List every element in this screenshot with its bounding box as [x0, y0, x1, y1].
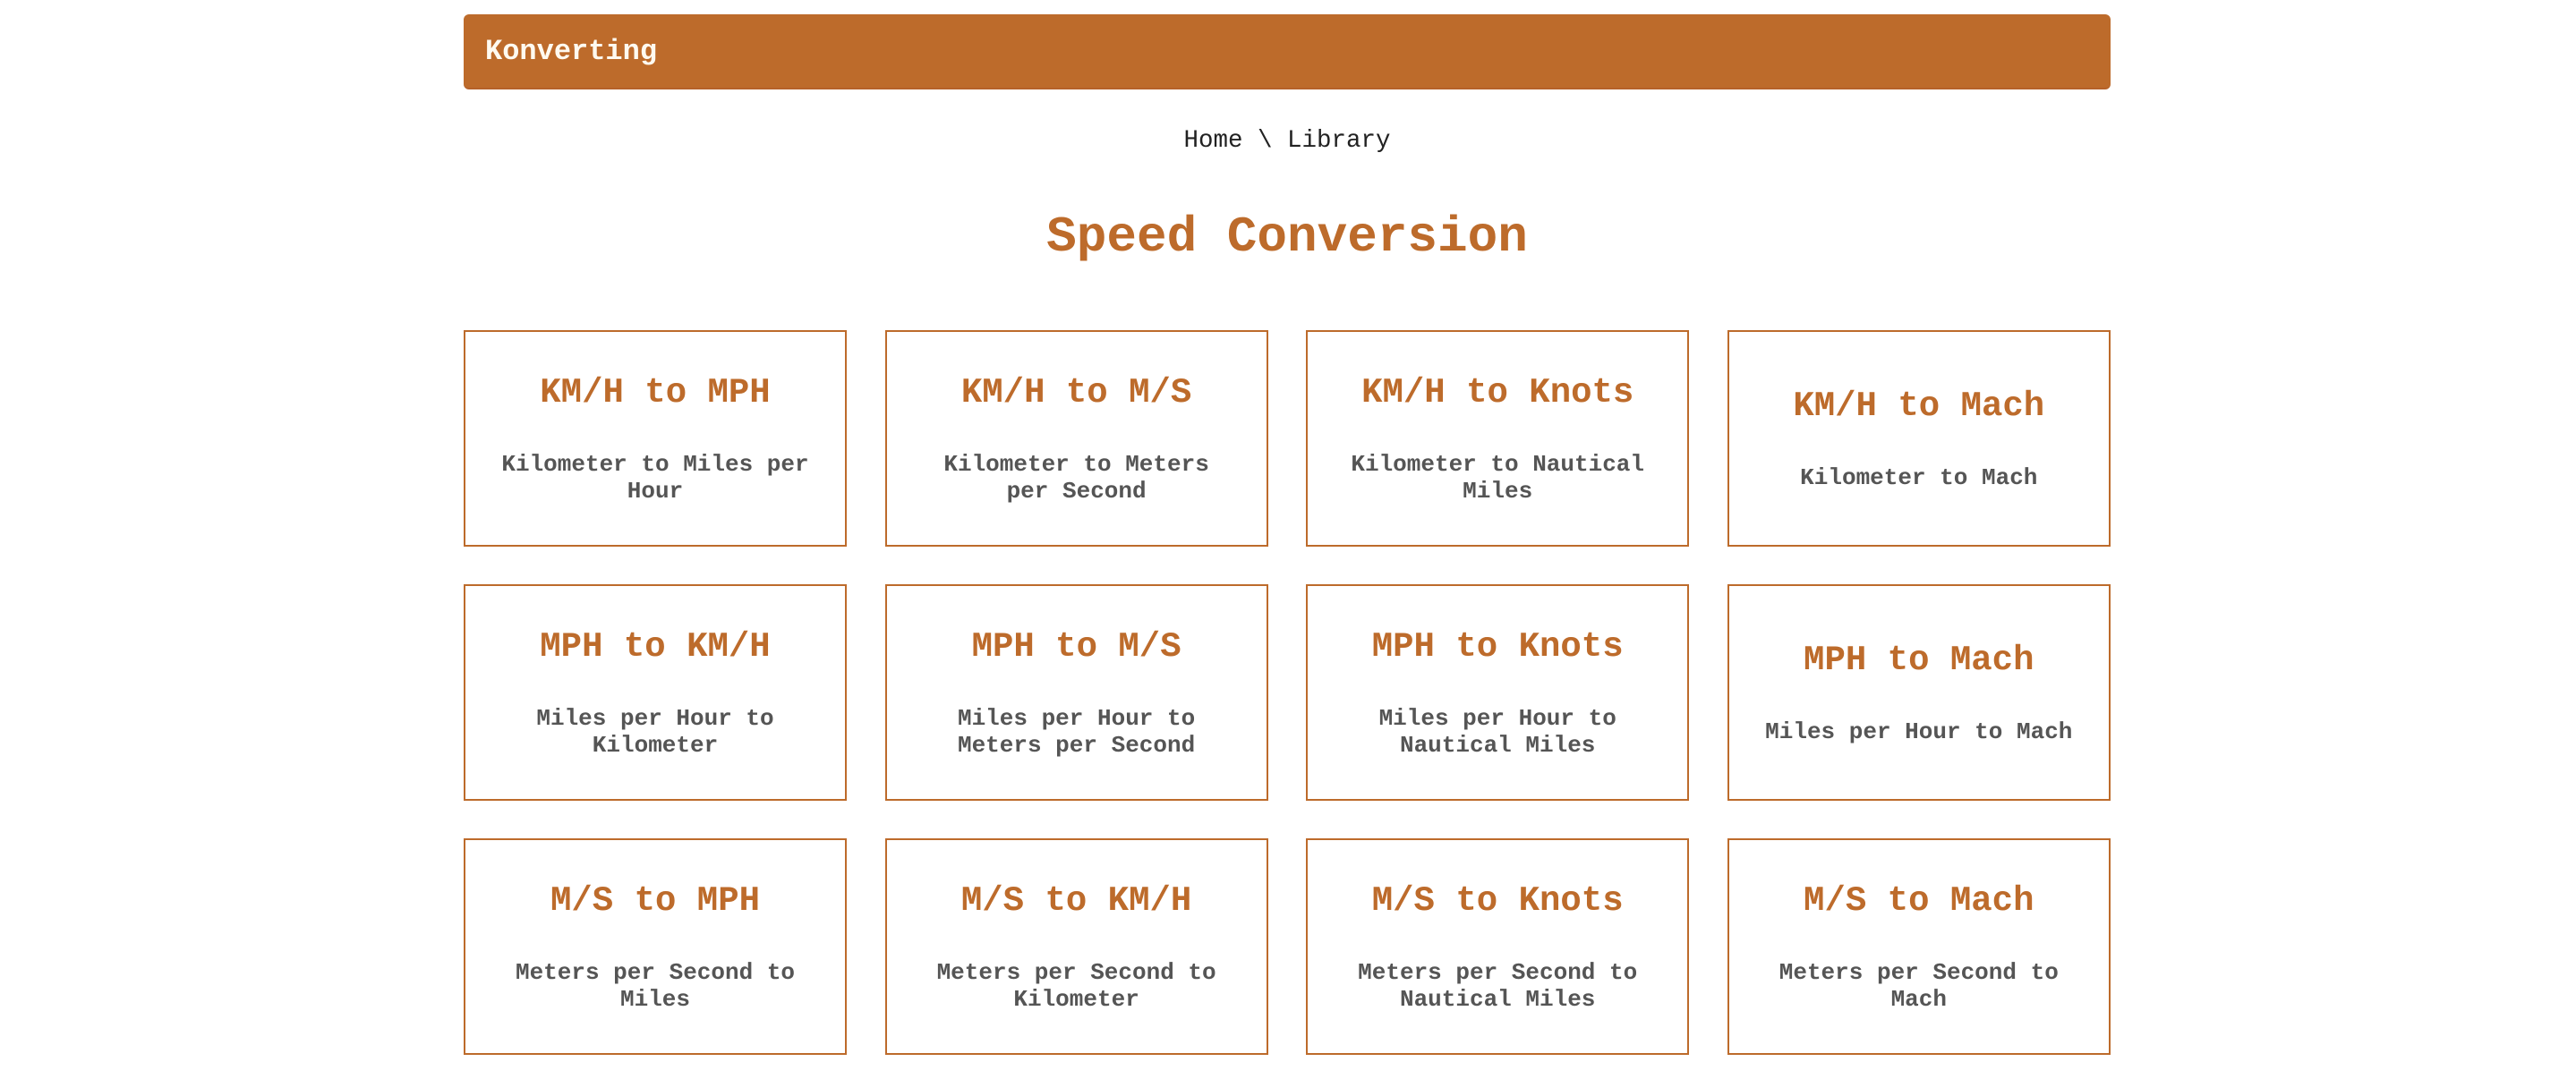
- card-title: M/S to MPH: [550, 881, 761, 921]
- conversion-card-mph-to-kmh[interactable]: MPH to KM/H Miles per Hour to Kilometer: [464, 584, 847, 801]
- card-description: Kilometer to Miles per Hour: [501, 451, 809, 505]
- breadcrumb-library-link[interactable]: Library: [1287, 127, 1391, 155]
- card-description: Kilometer to Mach: [1800, 464, 2038, 491]
- card-description: Meters per Second to Nautical Miles: [1358, 959, 1638, 1013]
- conversion-card-ms-to-knots[interactable]: M/S to Knots Meters per Second to Nautic…: [1306, 838, 1690, 1055]
- card-description: Miles per Hour to Mach: [1765, 718, 2073, 745]
- card-title: MPH to KM/H: [540, 627, 771, 667]
- conversion-card-ms-to-mach[interactable]: M/S to Mach Meters per Second to Mach: [1727, 838, 2111, 1055]
- navbar: Konverting: [464, 14, 2111, 89]
- conversion-card-kmh-to-mach[interactable]: KM/H to Mach Kilometer to Mach: [1727, 330, 2111, 547]
- card-title: M/S to KM/H: [960, 881, 1192, 921]
- card-title: KM/H to MPH: [540, 373, 771, 412]
- card-title: MPH to Mach: [1804, 641, 2034, 680]
- brand-logo-link[interactable]: Konverting: [485, 35, 657, 68]
- page-title: Speed Conversion: [1046, 208, 1528, 266]
- card-title: MPH to M/S: [971, 627, 1181, 667]
- card-description: Miles per Hour to Meters per Second: [957, 705, 1196, 759]
- conversion-card-mph-to-mach[interactable]: MPH to Mach Miles per Hour to Mach: [1727, 584, 2111, 801]
- card-description: Meters per Second to Mach: [1778, 959, 2059, 1013]
- card-title: KM/H to Knots: [1361, 373, 1634, 412]
- conversion-card-kmh-to-knots[interactable]: KM/H to Knots Kilometer to Nautical Mile…: [1306, 330, 1690, 547]
- breadcrumb: Home \ Library: [464, 123, 2111, 159]
- conversion-card-mph-to-ms[interactable]: MPH to M/S Miles per Hour to Meters per …: [884, 584, 1268, 801]
- card-description: Meters per Second to Miles: [515, 959, 796, 1013]
- card-title: M/S to Mach: [1804, 881, 2034, 921]
- conversion-card-ms-to-kmh[interactable]: M/S to KM/H Meters per Second to Kilomet…: [884, 838, 1268, 1055]
- card-description: Miles per Hour to Kilometer: [536, 705, 774, 759]
- card-title: KM/H to Mach: [1793, 387, 2045, 426]
- card-description: Kilometer to Meters per Second: [943, 451, 1209, 505]
- breadcrumb-home-link[interactable]: Home: [1183, 127, 1242, 155]
- conversion-card-kmh-to-ms[interactable]: KM/H to M/S Kilometer to Meters per Seco…: [884, 330, 1268, 547]
- breadcrumb-separator: \: [1257, 127, 1273, 155]
- card-description: Kilometer to Nautical Miles: [1351, 451, 1645, 505]
- card-description: Miles per Hour to Nautical Miles: [1378, 705, 1616, 759]
- card-title: KM/H to M/S: [960, 373, 1192, 412]
- conversion-card-kmh-to-mph[interactable]: KM/H to MPH Kilometer to Miles per Hour: [464, 330, 847, 547]
- card-title: MPH to Knots: [1371, 627, 1624, 667]
- conversion-card-mph-to-knots[interactable]: MPH to Knots Miles per Hour to Nautical …: [1306, 584, 1690, 801]
- card-title: M/S to Knots: [1371, 881, 1624, 921]
- card-description: Meters per Second to Kilometer: [936, 959, 1216, 1013]
- conversion-card-grid: KM/H to MPH Kilometer to Miles per Hour …: [464, 330, 2111, 1055]
- conversion-card-ms-to-mph[interactable]: M/S to MPH Meters per Second to Miles: [464, 838, 847, 1055]
